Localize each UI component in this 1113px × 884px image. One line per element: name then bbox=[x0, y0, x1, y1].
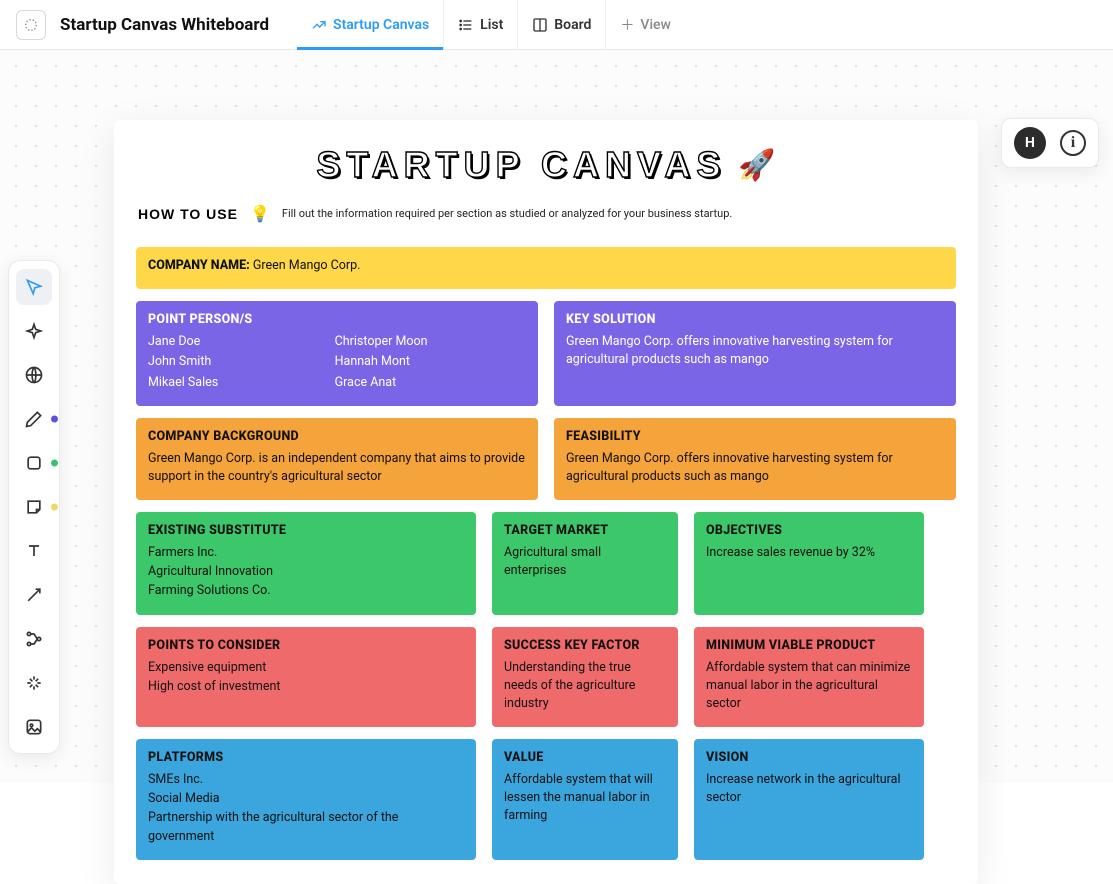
cell-vision[interactable]: VISION Increase network in the agricultu… bbox=[694, 739, 924, 860]
cell-company-background[interactable]: COMPANY BACKGROUND Green Mango Corp. is … bbox=[136, 418, 538, 500]
list-item: Farming Solutions Co. bbox=[148, 582, 464, 600]
view-label: View bbox=[640, 17, 671, 33]
page-title: Startup Canvas Whiteboard bbox=[60, 15, 269, 35]
body: Affordable system that will lessen the m… bbox=[504, 771, 666, 825]
sticky-color-dot bbox=[51, 504, 58, 511]
board-title: STARTUP CANVAS 🚀 bbox=[114, 144, 978, 186]
heading: PLATFORMS bbox=[148, 749, 464, 767]
floating-user-info: H i bbox=[1001, 118, 1099, 168]
view-label: List bbox=[480, 17, 503, 33]
cell-target-market[interactable]: TARGET MARKET Agricultural small enterpr… bbox=[492, 512, 678, 615]
heading: FEASIBILITY bbox=[566, 428, 944, 446]
heading: TARGET MARKET bbox=[504, 522, 666, 540]
cell-platforms[interactable]: PLATFORMS SMEs Inc. Social Media Partner… bbox=[136, 739, 476, 860]
cell-points-to-consider[interactable]: POINTS TO CONSIDER Expensive equipment H… bbox=[136, 627, 476, 728]
heading: EXISTING SUBSTITUTE bbox=[148, 522, 464, 540]
heading: POINTS TO CONSIDER bbox=[148, 637, 464, 655]
view-label: Board bbox=[554, 17, 591, 33]
image-tool[interactable] bbox=[16, 709, 52, 745]
heading: SUCCESS KEY FACTOR bbox=[504, 637, 666, 655]
company-name-value: Green Mango Corp. bbox=[253, 258, 361, 273]
point-persons-list: Jane Doe Christoper Moon John Smith Hann… bbox=[148, 333, 526, 391]
list-item: Hannah Mont bbox=[335, 353, 526, 371]
heading: VISION bbox=[706, 749, 912, 767]
body: Green Mango Corp. offers innovative harv… bbox=[566, 450, 944, 486]
body: Green Mango Corp. is an independent comp… bbox=[148, 450, 526, 486]
body: Increase sales revenue by 32% bbox=[706, 544, 912, 562]
list-item: Jane Doe bbox=[148, 333, 317, 351]
list-item: Grace Anat bbox=[335, 374, 526, 392]
list-item: Expensive equipment bbox=[148, 659, 464, 677]
diagram-tool[interactable] bbox=[16, 621, 52, 657]
heading: MINIMUM VIABLE PRODUCT bbox=[706, 637, 912, 655]
heading: KEY SOLUTION bbox=[566, 311, 944, 329]
body: Increase network in the agricultural sec… bbox=[706, 771, 912, 807]
connector-tool[interactable] bbox=[16, 577, 52, 613]
company-name-label: COMPANY NAME: bbox=[148, 258, 250, 273]
canvas-area[interactable]: H i STARTUP CANVAS 🚀 HOW TO USE 💡 Fill o… bbox=[0, 50, 1113, 783]
add-view[interactable]: ＋ View bbox=[605, 0, 685, 49]
howto-text: Fill out the information required per se… bbox=[282, 207, 732, 220]
expand-index-button[interactable] bbox=[16, 10, 46, 40]
text-tool[interactable] bbox=[16, 533, 52, 569]
list-item: Christoper Moon bbox=[335, 333, 526, 351]
heading: OBJECTIVES bbox=[706, 522, 912, 540]
list-item: Partnership with the agricultural sector… bbox=[148, 809, 464, 845]
web-tool[interactable] bbox=[16, 357, 52, 393]
view-board[interactable]: Board bbox=[517, 0, 605, 49]
board-title-text: STARTUP CANVAS bbox=[316, 144, 726, 186]
cell-key-solution[interactable]: KEY SOLUTION Green Mango Corp. offers in… bbox=[554, 301, 956, 406]
heading: VALUE bbox=[504, 749, 666, 767]
left-toolbar bbox=[8, 260, 60, 754]
body: Understanding the true needs of the agri… bbox=[504, 659, 666, 713]
cursor-tool[interactable] bbox=[16, 269, 52, 305]
plus-icon: ＋ bbox=[620, 15, 634, 35]
list-item: SMEs Inc. bbox=[148, 771, 464, 789]
heading: POINT PERSON/S bbox=[148, 311, 526, 329]
ai-tool[interactable] bbox=[16, 313, 52, 349]
user-avatar[interactable]: H bbox=[1014, 127, 1046, 159]
rocket-icon: 🚀 bbox=[738, 148, 775, 183]
whiteboard-document[interactable]: STARTUP CANVAS 🚀 HOW TO USE 💡 Fill out t… bbox=[114, 120, 978, 884]
cell-success-factor[interactable]: SUCCESS KEY FACTOR Understanding the tru… bbox=[492, 627, 678, 728]
list-item: Farmers Inc. bbox=[148, 544, 464, 562]
body: Green Mango Corp. offers innovative harv… bbox=[566, 333, 944, 369]
cell-value[interactable]: VALUE Affordable system that will lessen… bbox=[492, 739, 678, 860]
body: Agricultural small enterprises bbox=[504, 544, 666, 580]
cell-existing-substitute[interactable]: EXISTING SUBSTITUTE Farmers Inc. Agricul… bbox=[136, 512, 476, 615]
shape-tool[interactable] bbox=[16, 445, 52, 481]
lightbulb-icon: 💡 bbox=[250, 204, 270, 223]
list-item: Social Media bbox=[148, 790, 464, 808]
cell-point-persons[interactable]: POINT PERSON/S Jane Doe Christoper Moon … bbox=[136, 301, 538, 406]
heading: COMPANY BACKGROUND bbox=[148, 428, 526, 446]
cell-objectives[interactable]: OBJECTIVES Increase sales revenue by 32% bbox=[694, 512, 924, 615]
view-list[interactable]: List bbox=[443, 0, 517, 49]
body: Affordable system that can minimize manu… bbox=[706, 659, 912, 713]
list-item: High cost of investment bbox=[148, 678, 464, 696]
info-icon[interactable]: i bbox=[1060, 130, 1086, 156]
topbar: Startup Canvas Whiteboard Startup Canvas… bbox=[0, 0, 1113, 50]
list-item: Mikael Sales bbox=[148, 374, 317, 392]
shape-color-dot bbox=[51, 460, 58, 467]
list-item: Agricultural Innovation bbox=[148, 563, 464, 581]
howto-label: HOW TO USE bbox=[138, 206, 238, 222]
list-item: John Smith bbox=[148, 353, 317, 371]
cell-mvp[interactable]: MINIMUM VIABLE PRODUCT Affordable system… bbox=[694, 627, 924, 728]
pen-color-dot bbox=[51, 416, 58, 423]
cell-feasibility[interactable]: FEASIBILITY Green Mango Corp. offers inn… bbox=[554, 418, 956, 500]
view-tabs: Startup Canvas List Board ＋ View bbox=[297, 0, 685, 49]
view-label: Startup Canvas bbox=[333, 17, 429, 33]
sparkle-tool[interactable] bbox=[16, 665, 52, 701]
view-startup-canvas[interactable]: Startup Canvas bbox=[297, 0, 443, 49]
howto-section: HOW TO USE 💡 Fill out the information re… bbox=[114, 204, 978, 235]
sticky-note-tool[interactable] bbox=[16, 489, 52, 525]
pen-tool[interactable] bbox=[16, 401, 52, 437]
cell-company-name[interactable]: COMPANY NAME: Green Mango Corp. bbox=[136, 247, 956, 289]
